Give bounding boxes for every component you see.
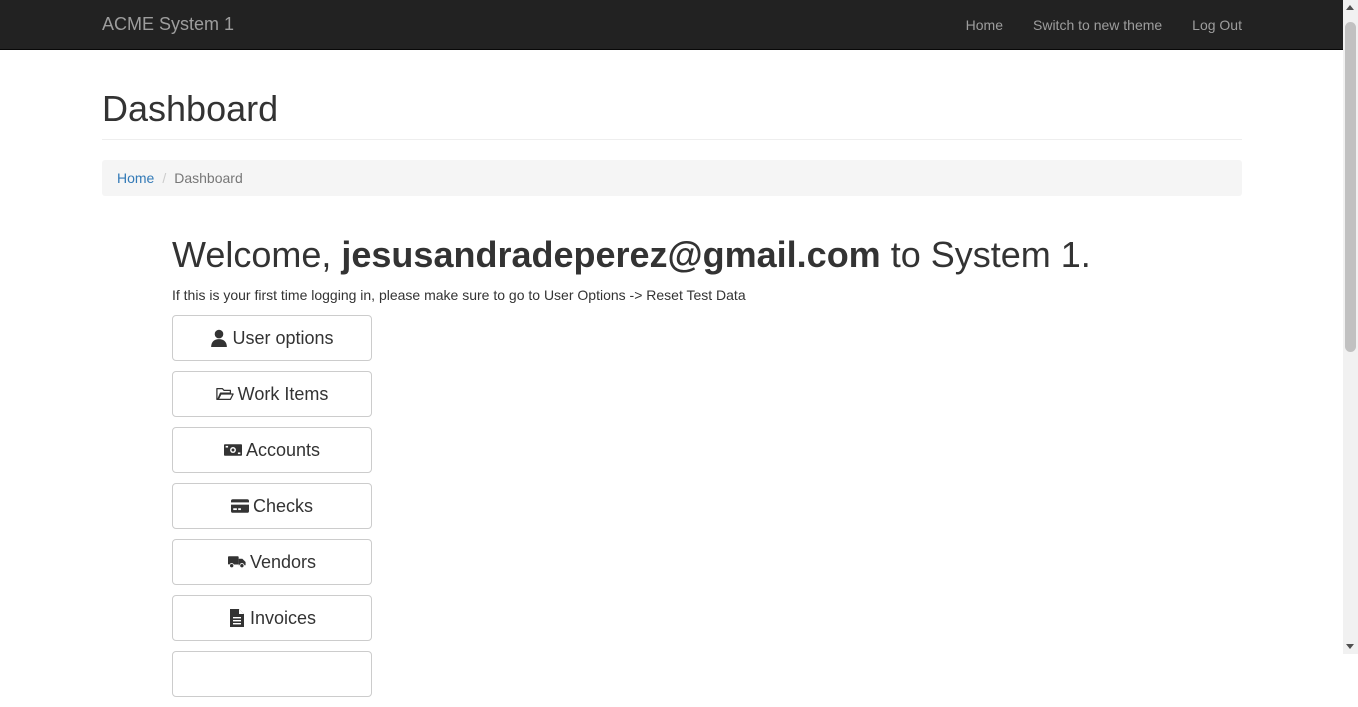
nav-switch-theme-link[interactable]: Switch to new theme (1018, 0, 1177, 50)
scroll-down-arrow-icon[interactable] (1346, 644, 1354, 649)
dashboard-menu: User options Work Items Accounts Checks … (172, 315, 372, 707)
money-icon (223, 444, 242, 456)
breadcrumb-separator: / (162, 170, 167, 186)
welcome-suffix: to System 1. (880, 234, 1091, 275)
accounts-button[interactable]: Accounts (172, 427, 372, 473)
accounts-label: Accounts (245, 440, 321, 460)
next-menu-button[interactable] (172, 651, 372, 697)
work-items-button[interactable]: Work Items (172, 371, 372, 417)
nav-links: Home Switch to new theme Log Out (951, 0, 1242, 50)
work-items-label: Work Items (237, 384, 329, 404)
first-login-hint: If this is your first time logging in, p… (172, 287, 746, 303)
page-title: Dashboard (102, 88, 279, 129)
breadcrumb-home-link[interactable]: Home (117, 170, 154, 186)
welcome-prefix: Welcome, (172, 234, 342, 275)
file-text-icon (229, 609, 244, 627)
invoices-label: Invoices (249, 608, 317, 628)
user-icon (211, 329, 228, 347)
nav-home-link[interactable]: Home (951, 0, 1018, 50)
brand-link[interactable]: ACME System 1 (102, 14, 234, 35)
truck-icon (227, 556, 246, 569)
breadcrumb-current: Dashboard (174, 170, 243, 186)
vendors-label: Vendors (249, 552, 317, 572)
user-options-label: User options (232, 328, 334, 348)
scroll-thumb[interactable] (1345, 22, 1356, 352)
top-navbar: ACME System 1 Home Switch to new theme L… (0, 0, 1343, 50)
vendors-button[interactable]: Vendors (172, 539, 372, 585)
folder-open-icon (215, 387, 234, 401)
welcome-heading: Welcome, jesusandradeperez@gmail.com to … (172, 233, 1091, 277)
vertical-scrollbar[interactable] (1343, 0, 1358, 654)
nav-logout-link[interactable]: Log Out (1177, 0, 1242, 50)
scroll-up-arrow-icon[interactable] (1346, 5, 1354, 10)
credit-card-icon (230, 499, 249, 513)
checks-label: Checks (252, 496, 314, 516)
breadcrumb: Home / Dashboard (102, 160, 1242, 196)
welcome-email: jesusandradeperez@gmail.com (341, 234, 881, 275)
user-options-button[interactable]: User options (172, 315, 372, 361)
invoices-button[interactable]: Invoices (172, 595, 372, 641)
checks-button[interactable]: Checks (172, 483, 372, 529)
page-header: Dashboard (102, 88, 1242, 140)
